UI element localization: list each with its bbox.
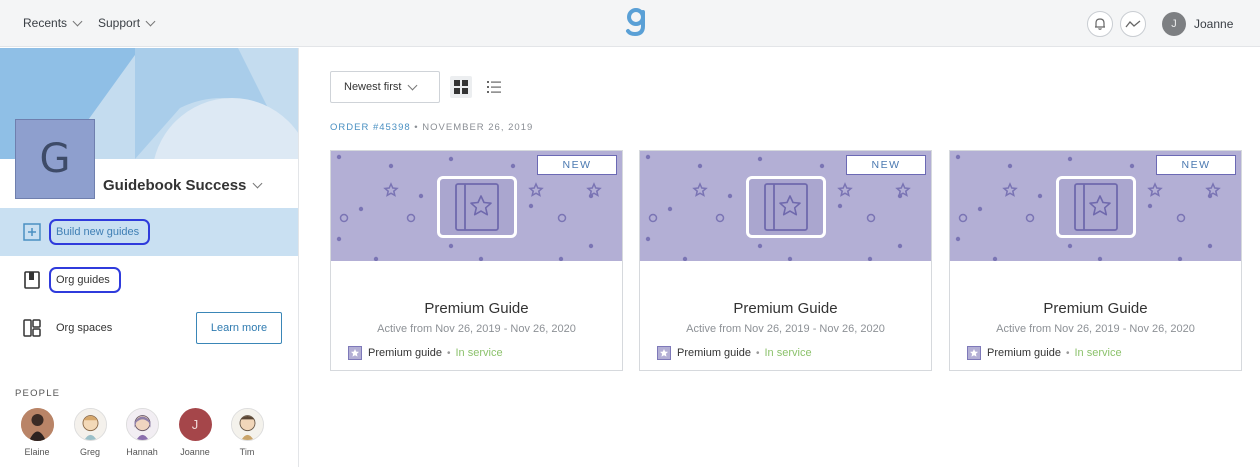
- chevron-down-icon: [252, 178, 263, 189]
- org-switcher[interactable]: Guidebook Success: [103, 177, 263, 194]
- premium-guide-icon: [348, 346, 362, 360]
- guide-book-icon-box: [1056, 176, 1136, 238]
- person-hannah[interactable]: Hannah: [122, 408, 162, 457]
- meta-separator: •: [755, 347, 760, 359]
- card-title: Premium Guide: [424, 300, 529, 317]
- chevron-down-icon: [72, 16, 83, 26]
- order-number[interactable]: ORDER #45398: [330, 122, 411, 133]
- chevron-down-icon: [408, 80, 418, 90]
- top-bar: Recents Support J Joanne: [0, 0, 1260, 47]
- card-hero: NEW: [331, 151, 622, 261]
- card-meta: Premium guide • In service: [348, 346, 503, 360]
- notifications-button[interactable]: [1087, 11, 1113, 37]
- premium-guide-icon: [657, 346, 671, 360]
- sidebar: G Guidebook Success Build new guides Org…: [0, 48, 299, 467]
- sort-dropdown[interactable]: Newest first: [330, 71, 440, 103]
- meta-separator: •: [446, 347, 451, 359]
- card-active-dates: Active from Nov 26, 2019 - Nov 26, 2020: [996, 323, 1195, 335]
- card-title: Premium Guide: [733, 300, 838, 317]
- sidebar-item-org-guides[interactable]: Org guides: [0, 256, 298, 304]
- avatar: J: [178, 408, 212, 441]
- activity-icon: [1125, 20, 1141, 28]
- avatar: [73, 408, 107, 441]
- guide-type: Premium guide: [368, 347, 442, 359]
- people-heading: PEOPLE: [15, 388, 61, 399]
- person-joanne[interactable]: J Joanne: [175, 408, 215, 457]
- person-name: Elaine: [24, 447, 50, 457]
- org-logo: G: [15, 119, 95, 199]
- person-tim[interactable]: Tim: [227, 408, 267, 457]
- avatar: [125, 408, 159, 441]
- order-header: ORDER #45398 • NOVEMBER 26, 2019: [330, 122, 533, 133]
- order-separator: •: [414, 122, 419, 133]
- sidebar-item-build-new-guides[interactable]: Build new guides: [0, 208, 298, 256]
- book-star-icon: [764, 183, 808, 231]
- user-name: Joanne: [1194, 17, 1234, 31]
- support-dropdown[interactable]: Support: [98, 16, 156, 30]
- guide-status: In service: [764, 347, 812, 359]
- person-name: Greg: [79, 447, 100, 457]
- person-name: Tim: [239, 447, 255, 457]
- sidebar-item-label: Org spaces: [56, 322, 113, 334]
- guide-card[interactable]: NEW Premium Guide Active from Nov 26, 20…: [330, 150, 623, 371]
- card-meta: Premium guide • In service: [657, 346, 812, 360]
- new-badge: NEW: [537, 155, 617, 175]
- focus-ring: [49, 267, 121, 293]
- grid-icon: [454, 80, 468, 94]
- person-elaine[interactable]: Elaine: [17, 408, 57, 457]
- person-name: Hannah: [126, 447, 158, 457]
- premium-guide-icon: [967, 346, 981, 360]
- guide-card[interactable]: NEW Premium Guide Active from Nov 26, 20…: [949, 150, 1242, 371]
- card-meta: Premium guide • In service: [967, 346, 1122, 360]
- spaces-icon: [23, 319, 41, 337]
- sort-label: Newest first: [344, 81, 402, 93]
- guide-status: In service: [1074, 347, 1122, 359]
- recents-dropdown[interactable]: Recents: [23, 16, 83, 30]
- learn-more-button[interactable]: Learn more: [196, 312, 282, 344]
- bell-icon: [1095, 18, 1105, 30]
- person-greg[interactable]: Greg: [70, 408, 110, 457]
- card-hero: NEW: [640, 151, 931, 261]
- chevron-down-icon: [145, 16, 156, 26]
- list-view-button[interactable]: [483, 76, 505, 98]
- avatar: [20, 408, 54, 441]
- book-star-icon: [455, 183, 499, 231]
- org-name: Guidebook Success: [103, 177, 247, 194]
- guide-book-icon-box: [437, 176, 517, 238]
- guide-status: In service: [455, 347, 503, 359]
- focus-ring: [49, 219, 150, 245]
- avatar: [230, 408, 264, 441]
- user-menu[interactable]: J Joanne: [1162, 12, 1233, 36]
- list-icon: [487, 81, 501, 93]
- user-avatar: J: [1162, 12, 1186, 36]
- add-box-icon: [23, 223, 41, 241]
- card-active-dates: Active from Nov 26, 2019 - Nov 26, 2020: [377, 323, 576, 335]
- guide-book-icon-box: [746, 176, 826, 238]
- guidebook-logo-icon[interactable]: [624, 6, 648, 38]
- guide-card[interactable]: NEW Premium Guide Active from Nov 26, 20…: [639, 150, 932, 371]
- card-active-dates: Active from Nov 26, 2019 - Nov 26, 2020: [686, 323, 885, 335]
- new-badge: NEW: [846, 155, 926, 175]
- recents-label: Recents: [23, 16, 68, 30]
- book-icon: [24, 271, 40, 289]
- new-badge: NEW: [1156, 155, 1236, 175]
- card-title: Premium Guide: [1043, 300, 1148, 317]
- book-star-icon: [1074, 183, 1118, 231]
- person-name: Joanne: [180, 447, 210, 457]
- support-label: Support: [98, 16, 141, 30]
- card-hero: NEW: [950, 151, 1241, 261]
- meta-separator: •: [1065, 347, 1070, 359]
- guide-type: Premium guide: [677, 347, 751, 359]
- grid-view-button[interactable]: [450, 76, 472, 98]
- activity-button[interactable]: [1120, 11, 1146, 37]
- order-date: NOVEMBER 26, 2019: [422, 122, 534, 133]
- guide-type: Premium guide: [987, 347, 1061, 359]
